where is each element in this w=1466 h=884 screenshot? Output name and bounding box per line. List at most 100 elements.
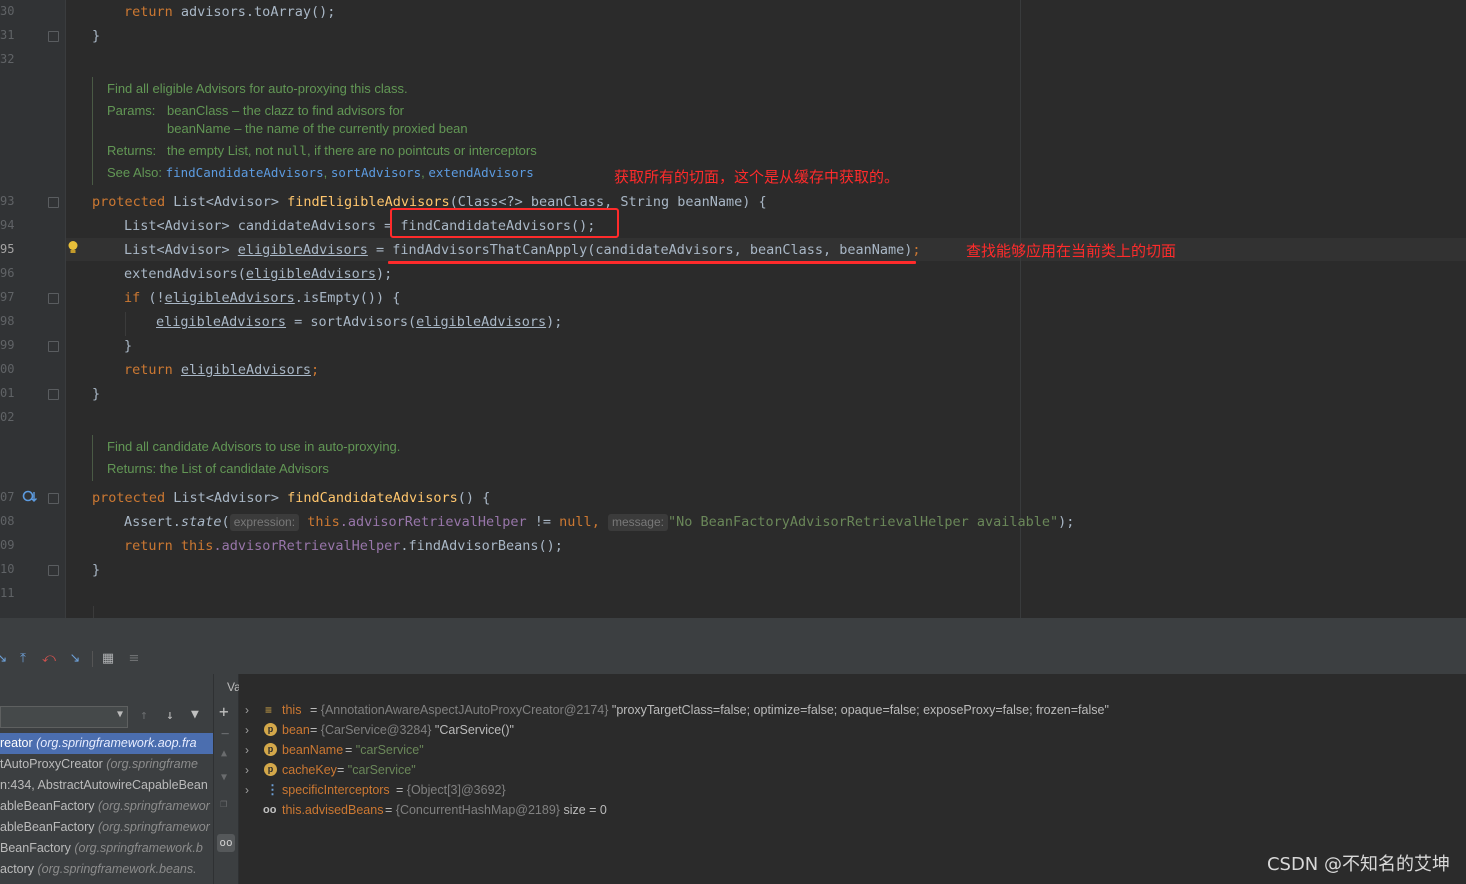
- step-icon[interactable]: ↘: [0, 651, 10, 667]
- line-number: 00: [0, 362, 15, 376]
- watches-toggle-icon[interactable]: oo: [217, 834, 235, 852]
- fold-marker-icon[interactable]: [48, 293, 59, 304]
- move-down-icon[interactable]: ▼: [221, 772, 227, 783]
- frames-panel: ▼ ↑ ↓ ▼ reator (org.springframework.aop.…: [0, 674, 214, 884]
- step-out-icon[interactable]: ⤒: [15, 651, 31, 667]
- fold-marker-icon[interactable]: [48, 493, 59, 504]
- javadoc-block: Find all candidate Advisors to use in au…: [92, 435, 400, 481]
- frame-row[interactable]: reator (org.springframework.aop.fra: [0, 733, 213, 754]
- doc-returns-label: Returns:: [107, 143, 157, 158]
- doc-param: beanClass – the clazz to find advisors f…: [167, 103, 405, 118]
- annotation-text: 获取所有的切面，这个是从缓存中获取的。: [614, 169, 900, 186]
- line-number: 97: [0, 290, 15, 304]
- remove-watch-icon[interactable]: −: [221, 726, 229, 742]
- indent-guide: [125, 312, 126, 336]
- arrow-down-icon[interactable]: ↓: [166, 708, 174, 723]
- watermark: CSDN @不知名的艾坤: [1266, 854, 1450, 875]
- line-number: 94: [0, 218, 15, 232]
- debug-tool-window: ↘ ⤒ ⤺ ↘ ▦ ≡ ▼ ↑ ↓ ▼ reator (org.springfr…: [0, 618, 1466, 884]
- chevron-right-icon[interactable]: ›: [245, 700, 249, 720]
- code-line-110: }: [92, 562, 101, 578]
- line-number: 31: [0, 28, 15, 42]
- parameter-hint: expression:: [229, 514, 300, 531]
- frame-row[interactable]: tAutoProxyCreator (org.springframe: [0, 754, 213, 775]
- frame-row[interactable]: actory (org.springframework.beans.: [0, 859, 213, 880]
- evaluate-icon[interactable]: ▦: [100, 651, 116, 667]
- trace-icon[interactable]: ≡: [126, 651, 142, 667]
- drop-frame-icon[interactable]: ⤺: [41, 651, 57, 667]
- line-number: 99: [0, 338, 15, 352]
- code-line-95: List<Advisor> eligibleAdvisors = findAdv…: [124, 242, 921, 258]
- line-number: 93: [0, 194, 15, 208]
- line-number: 96: [0, 266, 15, 280]
- code-line-99: }: [124, 338, 133, 354]
- line-number: 08: [0, 514, 15, 528]
- line-number: 02: [0, 410, 15, 424]
- code-line-108: Assert.state(expression: this.advisorRet…: [124, 514, 1075, 531]
- move-up-icon[interactable]: ▲: [221, 748, 227, 759]
- code-line-100: return eligibleAdvisors;: [124, 362, 320, 378]
- parameter-icon: p: [264, 763, 277, 776]
- watch-icon: oo: [263, 804, 277, 816]
- javadoc-block: Find all eligible Advisors for auto-prox…: [92, 77, 537, 185]
- doc-link[interactable]: sortAdvisors: [331, 165, 421, 180]
- doc-summary: Find all eligible Advisors for auto-prox…: [107, 81, 408, 96]
- doc-params-label: Params:: [107, 103, 156, 118]
- annotation-text: 查找能够应用在当前类上的切面: [966, 243, 1177, 260]
- add-watch-icon[interactable]: +: [219, 702, 229, 721]
- frame-row[interactable]: ableBeanFactory (org.springframewor: [0, 817, 213, 838]
- frame-row[interactable]: n:434, AbstractAutowireCapableBean: [0, 775, 213, 796]
- fold-marker-icon[interactable]: [48, 389, 59, 400]
- doc-returns: the empty List, not null, if there are n…: [167, 143, 537, 158]
- toolbar-separator: [92, 651, 93, 667]
- filter-icon[interactable]: ▼: [191, 707, 199, 722]
- chevron-right-icon[interactable]: ›: [245, 720, 249, 740]
- overrides-method-icon[interactable]: [22, 490, 38, 504]
- line-number: 95: [0, 242, 15, 256]
- doc-summary: Find all candidate Advisors to use in au…: [107, 439, 401, 454]
- fold-marker-icon[interactable]: [48, 341, 59, 352]
- annotation-underline: [388, 261, 916, 264]
- line-number: 32: [0, 52, 15, 66]
- line-number: 11: [0, 586, 15, 600]
- arrow-up-icon[interactable]: ↑: [140, 708, 148, 723]
- doc-link[interactable]: extendAdvisors: [428, 165, 533, 180]
- chevron-down-icon: ▼: [116, 709, 123, 720]
- line-number: 98: [0, 314, 15, 328]
- code-line-107: protected List<Advisor> findCandidateAdv…: [92, 490, 491, 506]
- fold-marker-icon[interactable]: [48, 197, 59, 208]
- line-number: 07: [0, 490, 15, 504]
- debug-toolbar: ↘ ⤒ ⤺ ↘ ▦ ≡: [0, 646, 1466, 672]
- parameter-icon: p: [264, 743, 277, 756]
- fields-icon: ≡: [265, 703, 273, 717]
- chevron-right-icon[interactable]: ›: [245, 740, 249, 760]
- code-line-109: return this.advisorRetrievalHelper.findA…: [124, 538, 563, 554]
- code-line-31: }: [92, 28, 101, 44]
- parameter-hint: message:: [607, 514, 668, 531]
- fold-marker-icon[interactable]: [48, 31, 59, 42]
- doc-link[interactable]: findCandidateAdvisors: [166, 165, 324, 180]
- code-editor[interactable]: 30 31 32 93 94 95 96 97 98 99 00 01 02 0…: [0, 0, 1466, 618]
- frame-row[interactable]: BeanFactory (org.springframework.b: [0, 838, 213, 859]
- line-number: 01: [0, 386, 15, 400]
- chevron-right-icon[interactable]: ›: [245, 780, 249, 800]
- line-number: 10: [0, 562, 15, 576]
- doc-returns: Returns: the List of candidate Advisors: [107, 461, 329, 476]
- code-line-101: }: [92, 386, 101, 402]
- run-to-cursor-icon[interactable]: ↘: [67, 651, 83, 667]
- copy-icon[interactable]: ❐: [220, 796, 227, 810]
- thread-selector[interactable]: ▼: [0, 706, 128, 728]
- doc-param: beanName – the name of the currently pro…: [167, 121, 468, 136]
- fold-marker-icon[interactable]: [48, 565, 59, 576]
- gutter-separator: [65, 0, 66, 618]
- variables-side-toolbar: + − ▲ ▼ ❐ oo: [214, 674, 239, 884]
- code-line-96: extendAdvisors(eligibleAdvisors);: [124, 266, 393, 282]
- chevron-right-icon[interactable]: ›: [245, 760, 249, 780]
- parameter-icon: p: [264, 723, 277, 736]
- line-number: 30: [0, 4, 15, 18]
- indent-guide: [93, 606, 94, 618]
- frame-row[interactable]: ableBeanFactory (org.springframewor: [0, 796, 213, 817]
- lightbulb-icon[interactable]: [67, 240, 79, 255]
- code-line-30: return advisors.toArray();: [124, 4, 336, 20]
- annotation-box: [390, 208, 619, 238]
